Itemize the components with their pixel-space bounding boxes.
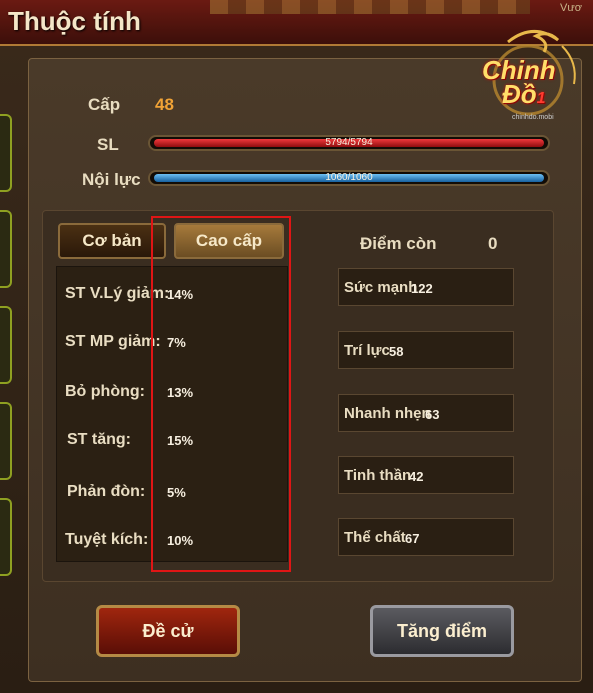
side-tab[interactable] xyxy=(0,306,12,384)
side-tab[interactable] xyxy=(0,114,12,192)
points-value: 0 xyxy=(488,234,498,253)
side-tab[interactable] xyxy=(0,498,12,576)
attr-label: Trí lực xyxy=(344,342,390,359)
side-tab[interactable] xyxy=(0,402,12,480)
attributes-window: Thuộc tính Vươ Chinh Đồ1 chinhdo.mobi Cấ… xyxy=(0,0,593,693)
recommend-button[interactable]: Đề cử xyxy=(96,605,240,657)
title-decoration xyxy=(210,0,530,14)
logo-badge: 1 xyxy=(536,90,546,107)
attr-label: Thể chất xyxy=(344,529,406,546)
logo-wordmark: Chinh Đồ1 xyxy=(482,57,556,111)
window-title: Thuộc tính xyxy=(8,6,141,36)
attr-spirit[interactable]: Tinh thần 42 xyxy=(338,456,514,494)
stat-label: ST tăng: xyxy=(67,431,131,448)
attr-value: 42 xyxy=(409,469,424,484)
stat-label: Bỏ phòng: xyxy=(65,383,145,400)
attr-label: Sức mạnh xyxy=(344,279,418,296)
logo-line2: Đồ xyxy=(502,79,537,109)
attr-value: 67 xyxy=(405,531,420,546)
mp-label: Nội lực xyxy=(82,170,141,189)
attr-intelligence[interactable]: Trí lực 58 xyxy=(338,331,514,369)
hp-label: SL xyxy=(97,135,119,154)
hp-bar-text: 5794/5794 xyxy=(325,137,373,148)
attr-value: 63 xyxy=(425,407,440,422)
level-value: 48 xyxy=(155,95,174,114)
side-tab[interactable] xyxy=(0,210,12,288)
logo-url: chinhdo.mobi xyxy=(512,114,554,121)
corner-text: Vươ xyxy=(560,2,582,14)
tab-basic[interactable]: Cơ bản xyxy=(58,223,166,259)
attr-label: Tinh thần xyxy=(344,467,412,484)
stat-label: ST MP giảm: xyxy=(65,333,161,350)
stat-label: Tuyệt kích: xyxy=(65,531,149,548)
attr-value: 122 xyxy=(411,281,433,296)
hp-bar: 5794/5794 xyxy=(148,135,550,151)
attr-value: 58 xyxy=(389,344,404,359)
add-points-button[interactable]: Tăng điểm xyxy=(370,605,514,657)
attr-label: Nhanh nhẹn xyxy=(344,405,431,422)
attr-agility[interactable]: Nhanh nhẹn 63 xyxy=(338,394,514,432)
mp-bar-text: 1060/1060 xyxy=(325,172,373,183)
attr-strength[interactable]: Sức mạnh 122 xyxy=(338,268,514,306)
points-label: Điểm còn xyxy=(360,234,437,253)
stat-label: Phản đòn: xyxy=(67,483,146,500)
mp-bar: 1060/1060 xyxy=(148,170,550,186)
highlight-box xyxy=(151,216,291,572)
left-side-tabs xyxy=(0,60,12,660)
level-label: Cấp xyxy=(88,95,121,114)
attr-constitution[interactable]: Thể chất 67 xyxy=(338,518,514,556)
game-logo: Chinh Đồ1 chinhdo.mobi xyxy=(478,22,590,126)
